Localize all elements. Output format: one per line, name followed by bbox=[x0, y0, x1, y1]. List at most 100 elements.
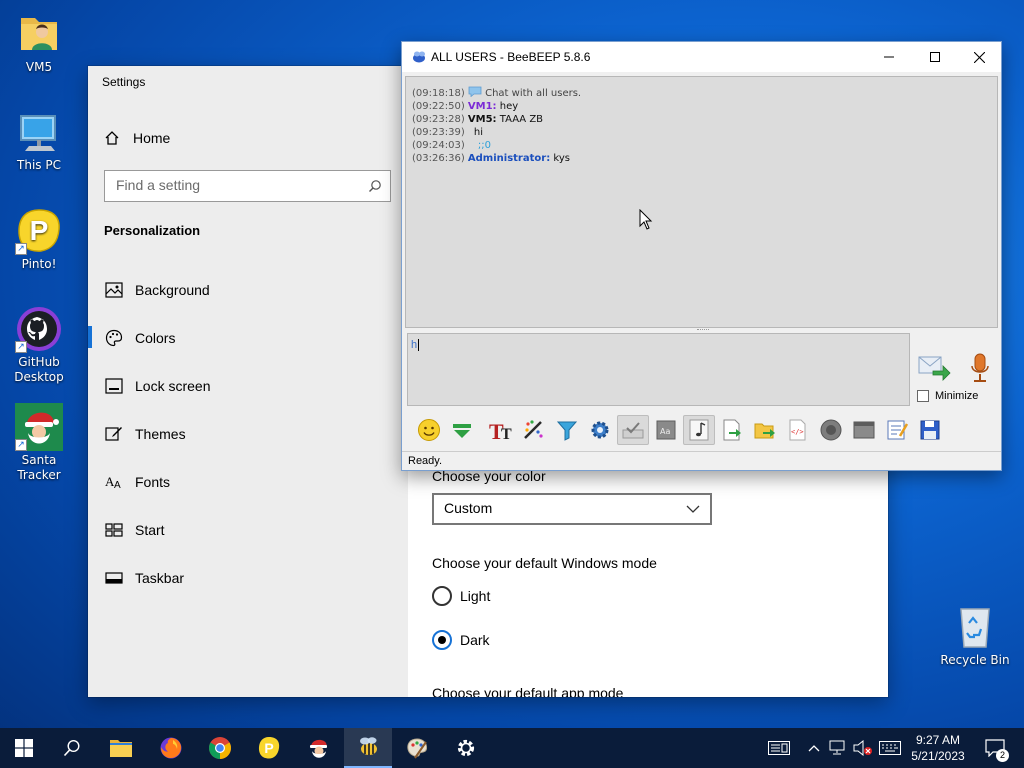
nav-item-themes[interactable]: Themes bbox=[104, 422, 186, 446]
radio-circle bbox=[432, 586, 452, 606]
taskbar-clock[interactable]: 9:27 AM 5/21/2023 bbox=[906, 732, 970, 764]
taskbar-beebeep[interactable] bbox=[344, 728, 392, 768]
recycle-bin-icon bbox=[951, 603, 999, 651]
notes-icon bbox=[887, 420, 909, 440]
desktop-icon-github[interactable]: ↗ GitHub Desktop bbox=[1, 305, 77, 385]
screenshot-button[interactable] bbox=[815, 415, 847, 445]
user-folder-icon bbox=[15, 10, 63, 58]
spell-check-icon bbox=[622, 422, 644, 439]
tray-show-hidden[interactable] bbox=[804, 728, 824, 768]
filter-button[interactable] bbox=[551, 415, 583, 445]
taskbar-chrome[interactable] bbox=[196, 728, 244, 768]
taskbar: P 9:27 AM 5/21/2023 2 bbox=[0, 728, 1024, 768]
section-title: Personalization bbox=[104, 223, 201, 238]
text-box-icon: Aa bbox=[656, 420, 676, 440]
tray-touch-keyboard[interactable] bbox=[877, 728, 903, 768]
font-button[interactable]: TT bbox=[485, 415, 517, 445]
search-icon bbox=[369, 180, 381, 192]
send-file-button[interactable] bbox=[716, 415, 748, 445]
save-button[interactable] bbox=[914, 415, 946, 445]
beebeep-titlebar[interactable]: ALL USERS - BeeBEEP 5.8.6 bbox=[402, 42, 1001, 72]
search-button[interactable] bbox=[48, 728, 96, 768]
taskbar-file-explorer[interactable] bbox=[97, 728, 145, 768]
radio-light[interactable]: Light bbox=[432, 586, 490, 606]
message-user[interactable]: VM1: bbox=[468, 101, 497, 112]
shortcut-arrow-icon: ↗ bbox=[15, 341, 27, 353]
message-time: (09:22:50) bbox=[412, 101, 465, 112]
message-text: kys bbox=[550, 153, 570, 164]
chat-toolbar: TT Aa </> bbox=[405, 412, 1000, 448]
minimize-button[interactable] bbox=[866, 42, 912, 72]
font-color-button[interactable] bbox=[518, 415, 550, 445]
shortcut-arrow-icon: ↗ bbox=[15, 243, 27, 255]
nav-home[interactable]: Home bbox=[104, 130, 170, 146]
desktop-icon-vm5[interactable]: VM5 bbox=[1, 10, 77, 75]
desktop-icon-pinto[interactable]: P ↗ Pinto! bbox=[1, 207, 77, 272]
nav-item-start[interactable]: Start bbox=[104, 518, 165, 542]
voice-message-button[interactable] bbox=[967, 352, 993, 389]
spell-check-button[interactable] bbox=[617, 415, 649, 445]
folder-arrow-icon bbox=[754, 423, 775, 439]
svg-text:</>: </> bbox=[791, 428, 804, 436]
taskbar-pinto[interactable]: P bbox=[245, 728, 293, 768]
taskbar-firefox[interactable] bbox=[147, 728, 195, 768]
hide-emoticons-button[interactable] bbox=[446, 415, 478, 445]
message-user[interactable]: VM5: bbox=[468, 114, 497, 125]
desktop-icon-this-pc[interactable]: This PC bbox=[1, 108, 77, 173]
microphone-icon bbox=[971, 353, 989, 382]
settings-search-input[interactable]: Find a setting bbox=[104, 170, 391, 202]
svg-text:Aa: Aa bbox=[660, 427, 670, 436]
action-center-button[interactable]: 2 bbox=[980, 728, 1010, 768]
checkbox-box bbox=[917, 390, 929, 402]
nav-item-label: Taskbar bbox=[135, 570, 185, 586]
message-input[interactable]: h bbox=[407, 333, 910, 406]
radio-dark[interactable]: Dark bbox=[432, 630, 490, 650]
minimize-checkbox[interactable]: Minimize bbox=[917, 390, 978, 402]
nav-item-colors[interactable]: Colors bbox=[104, 326, 175, 350]
chat-history[interactable]: (09:18:18) Chat with all users. (09:22:5… bbox=[405, 76, 998, 328]
filter-funnel-icon bbox=[556, 421, 578, 441]
santa-icon bbox=[310, 739, 327, 758]
emoticons-button[interactable] bbox=[413, 415, 445, 445]
home-icon bbox=[105, 131, 119, 145]
pinto-app-icon: P bbox=[258, 737, 280, 759]
splitter-handle[interactable] bbox=[697, 329, 709, 332]
tray-keyboard-layout[interactable] bbox=[764, 728, 794, 768]
save-chat-button[interactable] bbox=[848, 415, 880, 445]
maximize-button[interactable] bbox=[912, 42, 958, 72]
notes-button[interactable] bbox=[881, 415, 913, 445]
message-text: hi bbox=[473, 127, 484, 138]
chrome-icon bbox=[209, 737, 231, 759]
start-button[interactable] bbox=[0, 728, 48, 768]
tray-network[interactable] bbox=[826, 728, 850, 768]
taskbar-paint[interactable] bbox=[393, 728, 441, 768]
send-button[interactable] bbox=[917, 353, 951, 388]
taskbar-santa-tracker[interactable] bbox=[295, 728, 343, 768]
text-format-button[interactable]: Aa bbox=[650, 415, 682, 445]
tray-volume[interactable] bbox=[851, 728, 875, 768]
gear-icon bbox=[457, 739, 475, 757]
nav-item-taskbar[interactable]: Taskbar bbox=[104, 566, 184, 590]
windows-mode-label: Choose your default Windows mode bbox=[432, 555, 657, 571]
camera-lens-icon bbox=[820, 419, 842, 441]
sound-notification-button[interactable] bbox=[683, 415, 715, 445]
html-code-icon: </> bbox=[789, 419, 806, 441]
color-dropdown[interactable]: Custom bbox=[432, 493, 712, 525]
desktop-icon-recycle-bin[interactable]: Recycle Bin bbox=[937, 603, 1013, 668]
send-folder-button[interactable] bbox=[749, 415, 781, 445]
settings-gear-button[interactable] bbox=[584, 415, 616, 445]
desktop-icon-santa-tracker[interactable]: ↗ Santa Tracker bbox=[1, 403, 77, 483]
message-user[interactable]: Administrator: bbox=[468, 153, 550, 164]
chat-message: (09:22:50) VM1: hey bbox=[412, 100, 991, 113]
code-button[interactable]: </> bbox=[782, 415, 814, 445]
nav-item-fonts[interactable]: AA Fonts bbox=[104, 470, 170, 494]
taskbar-settings[interactable] bbox=[442, 728, 490, 768]
nav-item-background[interactable]: Background bbox=[104, 278, 210, 302]
chevron-down-icon bbox=[686, 505, 700, 513]
chat-message: (09:23:28) VM5: TAAA ZB bbox=[412, 113, 991, 126]
active-nav-indicator bbox=[88, 326, 92, 348]
nav-item-lock-screen[interactable]: Lock screen bbox=[104, 374, 210, 398]
svg-text:T: T bbox=[501, 426, 512, 442]
message-time: (03:26:36) bbox=[412, 153, 465, 164]
close-button[interactable] bbox=[956, 42, 1002, 72]
